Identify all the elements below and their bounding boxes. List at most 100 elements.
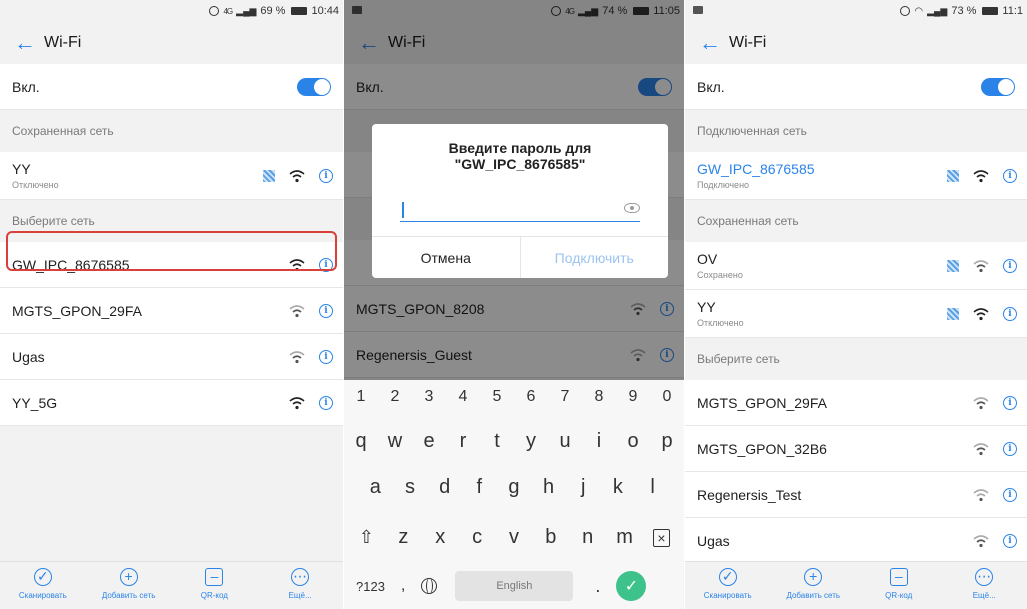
connect-button[interactable]: Подключить xyxy=(521,237,669,278)
network-row-yy[interactable]: YY Отключено i xyxy=(685,290,1027,338)
info-icon[interactable]: i xyxy=(1003,306,1017,321)
keyboard-key[interactable]: r xyxy=(449,430,477,453)
keyboard-key[interactable]: 6 xyxy=(517,388,545,406)
network-row-mgts-29fa[interactable]: MGTS_GPON_29FA i xyxy=(0,288,343,334)
keyboard-key[interactable]: g xyxy=(500,476,528,499)
keyboard-key[interactable]: n xyxy=(574,526,602,549)
more-button[interactable]: ⋯ Ещё... xyxy=(265,568,335,600)
back-arrow-icon[interactable]: ← xyxy=(685,32,721,54)
keyboard-key[interactable]: 8 xyxy=(585,388,613,406)
keyboard-key[interactable]: 4 xyxy=(449,388,477,406)
info-icon[interactable]: i xyxy=(319,257,333,272)
info-icon[interactable]: i xyxy=(1003,441,1017,456)
info-icon[interactable]: i xyxy=(1003,395,1017,410)
info-icon[interactable]: i xyxy=(319,303,333,318)
more-button[interactable]: ⋯ Ещё... xyxy=(949,568,1019,600)
period-key[interactable]: . xyxy=(595,576,600,597)
keyboard-key[interactable]: d xyxy=(431,476,459,499)
wifi-toggle-row[interactable]: Вкл. xyxy=(0,64,343,110)
network-row-ugas[interactable]: Ugas i xyxy=(0,334,343,380)
network-name: MGTS_GPON_29FA xyxy=(697,394,827,411)
enter-key-check-icon[interactable]: ✓ xyxy=(616,571,647,601)
network-row-gw-ipc[interactable]: GW_IPC_8676585 i xyxy=(0,242,343,288)
network-row-yy[interactable]: YY Отключено i xyxy=(0,152,343,200)
keyboard-key[interactable]: i xyxy=(585,430,613,453)
network-row-gw-ipc[interactable]: GW_IPC_8676585 Подключено i xyxy=(685,152,1027,200)
keyboard-key[interactable]: e xyxy=(415,430,443,453)
keyboard-key[interactable]: s xyxy=(396,476,424,499)
back-arrow-icon[interactable]: ← xyxy=(0,32,36,54)
keyboard-key[interactable]: y xyxy=(517,430,545,453)
keyboard-key[interactable]: q xyxy=(347,430,375,453)
info-icon[interactable]: i xyxy=(1003,533,1017,548)
keyboard-key[interactable]: 5 xyxy=(483,388,511,406)
qr-code-button[interactable]: – QR-код xyxy=(179,568,249,600)
scan-button[interactable]: ✓ Сканировать xyxy=(8,568,78,600)
shift-key-icon[interactable]: ⇧ xyxy=(352,527,380,548)
keyboard-key[interactable]: p xyxy=(653,430,681,453)
backspace-key-icon[interactable]: × xyxy=(647,526,675,549)
keyboard-key[interactable]: 2 xyxy=(381,388,409,406)
keyboard-key[interactable]: u xyxy=(551,430,579,453)
keyboard-key[interactable]: b xyxy=(537,526,565,549)
scan-button[interactable]: ✓ Сканировать xyxy=(693,568,763,600)
info-icon[interactable]: i xyxy=(319,168,333,183)
keyboard-number-row: 1234567890 xyxy=(344,388,684,406)
globe-icon[interactable] xyxy=(421,578,438,594)
keyboard-key[interactable]: 3 xyxy=(415,388,443,406)
wifi-toggle[interactable] xyxy=(297,78,331,96)
qr-scan-icon: – xyxy=(889,568,908,586)
page-title: Wi-Fi xyxy=(729,34,767,51)
network-name: Ugas xyxy=(697,532,730,549)
show-password-icon[interactable] xyxy=(624,203,640,213)
password-input[interactable] xyxy=(400,200,640,222)
qr-share-icon[interactable] xyxy=(947,259,959,272)
qr-share-icon[interactable] xyxy=(947,307,959,320)
network-row-regenersis-test[interactable]: Regenersis_Test i xyxy=(685,472,1027,518)
cancel-button[interactable]: Отмена xyxy=(372,237,521,278)
keyboard-key[interactable]: 7 xyxy=(551,388,579,406)
keyboard-key[interactable]: m xyxy=(611,526,639,549)
network-row-ov[interactable]: OV Сохранено i xyxy=(685,242,1027,290)
network-row-mgts-32b6[interactable]: MGTS_GPON_32B6 i xyxy=(685,426,1027,472)
battery-icon xyxy=(291,7,308,15)
info-icon[interactable]: i xyxy=(1003,168,1017,183)
network-row-ugas[interactable]: Ugas i xyxy=(685,518,1027,564)
qr-share-icon[interactable] xyxy=(263,169,275,182)
info-icon[interactable]: i xyxy=(1003,258,1017,273)
page-title: Wi-Fi xyxy=(44,34,82,51)
keyboard-key[interactable]: 0 xyxy=(653,388,681,406)
keyboard-key[interactable]: l xyxy=(639,476,667,499)
symbols-key[interactable]: ?123 xyxy=(356,579,385,594)
plus-icon: + xyxy=(804,568,823,586)
keyboard-key[interactable]: v xyxy=(500,526,528,549)
network-name: YY_5G xyxy=(12,394,58,411)
space-key[interactable]: English xyxy=(455,571,574,601)
network-row-yy-5g[interactable]: YY_5G i xyxy=(0,380,343,426)
add-network-button[interactable]: + Добавить сеть xyxy=(94,568,164,600)
network-row-mgts-29fa[interactable]: MGTS_GPON_29FA i xyxy=(685,380,1027,426)
keyboard-key[interactable]: 9 xyxy=(619,388,647,406)
info-icon[interactable]: i xyxy=(319,349,333,364)
info-icon[interactable]: i xyxy=(319,395,333,410)
keyboard-key[interactable]: z xyxy=(389,526,417,549)
wifi-toggle[interactable] xyxy=(981,78,1015,96)
keyboard-key[interactable]: x xyxy=(426,526,454,549)
keyboard-key[interactable]: a xyxy=(361,476,389,499)
keyboard-key[interactable]: k xyxy=(604,476,632,499)
qr-code-button[interactable]: – QR-код xyxy=(864,568,934,600)
keyboard-key[interactable]: h xyxy=(535,476,563,499)
keyboard-key[interactable]: w xyxy=(381,430,409,453)
info-icon[interactable]: i xyxy=(1003,487,1017,502)
keyboard-key[interactable]: c xyxy=(463,526,491,549)
keyboard-key[interactable]: 1 xyxy=(347,388,375,406)
keyboard-key[interactable]: f xyxy=(465,476,493,499)
wifi-screen-3: ◠ ▂▄▆ 73 % 11:1 ← Wi-Fi Вкл. Подключенна… xyxy=(685,0,1027,609)
keyboard-key[interactable]: o xyxy=(619,430,647,453)
comma-key[interactable]: , xyxy=(401,577,405,595)
wifi-toggle-row[interactable]: Вкл. xyxy=(685,64,1027,110)
keyboard-key[interactable]: j xyxy=(569,476,597,499)
keyboard-key[interactable]: t xyxy=(483,430,511,453)
qr-share-icon[interactable] xyxy=(947,169,959,182)
add-network-button[interactable]: + Добавить сеть xyxy=(778,568,848,600)
